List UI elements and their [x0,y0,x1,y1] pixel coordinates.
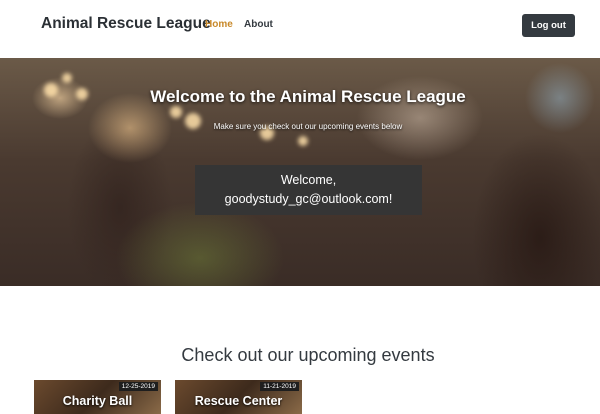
navbar: Animal Rescue League Home About Log out [0,0,600,58]
background-light [170,106,182,118]
event-date-badge: 12-25-2019 [118,382,158,391]
welcome-email: goodystudy_gc@outlook.com! [224,192,393,206]
hero-subtitle: Make sure you check out our upcoming eve… [213,122,403,131]
event-card[interactable]: 11-21-2019 Rescue Center [175,380,302,414]
event-card[interactable]: 12-25-2019 Charity Ball [34,380,161,414]
event-title: Rescue Center [194,394,283,408]
brand-title[interactable]: Animal Rescue League [41,15,211,33]
welcome-message: Welcome, goodystudy_gc@outlook.com! [195,165,422,215]
events-heading: Check out our upcoming events [181,345,435,365]
hero-banner: Welcome to the Animal Rescue League Make… [0,58,600,286]
hero-title: Welcome to the Animal Rescue League [150,87,466,106]
background-light [62,73,72,83]
event-title: Charity Ball [62,394,133,408]
welcome-greeting: Welcome, [280,173,337,187]
nav-link-home[interactable]: Home [205,19,233,30]
background-light [298,136,308,146]
event-date-badge: 11-21-2019 [260,382,299,391]
logout-button[interactable]: Log out [522,14,575,37]
nav-link-about[interactable]: About [244,19,273,30]
